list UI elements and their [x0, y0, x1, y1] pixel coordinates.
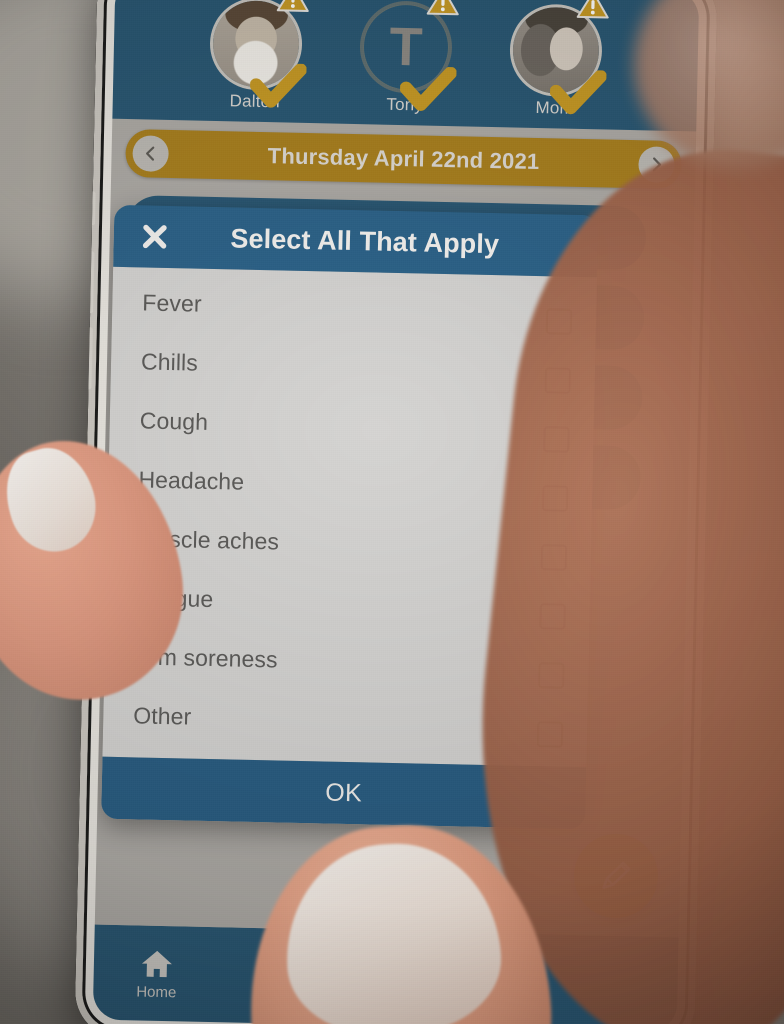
member-dalton[interactable]: Dalton [200, 0, 312, 113]
chevron-left-icon[interactable] [132, 135, 169, 172]
checkmark-icon [549, 69, 607, 115]
nav-label: Inbox [261, 984, 299, 1003]
chevron-left-glyph [146, 146, 155, 161]
symptom-checkbox[interactable] [543, 425, 570, 453]
symptom-label: Fever [142, 289, 202, 317]
symptom-label: Fatigue [135, 584, 214, 613]
symptom-checkbox[interactable] [536, 720, 564, 748]
warning-icon [576, 0, 609, 19]
symptom-option-row[interactable]: Fatigue [105, 568, 590, 638]
photograph-scene: Dalton T Tony Mom Thursday April 22nd 20… [0, 0, 784, 1024]
checkmark-icon [399, 66, 457, 111]
pencil-icon [602, 861, 631, 889]
current-date-label: Thursday April 22nd 2021 [267, 143, 540, 175]
modal-title: Select All That Apply [230, 222, 500, 259]
select-symptoms-modal: Select All That Apply Fever Chills Cough… [101, 204, 599, 830]
modal-ok-button[interactable]: OK [101, 756, 587, 830]
bottom-navigation-bar: Home 6 Inbox [90, 924, 681, 1024]
warning-icon [426, 0, 459, 16]
smartphone-device: Dalton T Tony Mom Thursday April 22nd 20… [74, 0, 718, 1024]
nav-label: Home [136, 982, 177, 1001]
symptom-checkbox[interactable] [540, 543, 568, 571]
symptom-label: Arm soreness [134, 643, 278, 673]
symptom-options-list: Fever Chills Cough Headache Muscle aches… [102, 266, 598, 768]
avatar-row: Dalton T Tony Mom [111, 0, 701, 122]
member-mom[interactable]: Mom [499, 0, 611, 119]
nav-item-inbox[interactable]: 6 Inbox [241, 944, 320, 1003]
symptom-label: Headache [138, 466, 245, 495]
symptom-label: Other [133, 702, 192, 730]
symptom-label: Chills [140, 348, 199, 376]
modal-header: Select All That Apply [113, 204, 599, 278]
symptom-checkbox[interactable] [541, 484, 569, 512]
member-tony[interactable]: T Tony [350, 0, 462, 116]
close-x-icon[interactable] [139, 221, 170, 252]
phone-volume-down-button[interactable] [86, 327, 93, 390]
nav-item-home[interactable]: Home [117, 947, 196, 1002]
symptom-option-row[interactable]: Fever [112, 273, 597, 343]
app-viewport: Dalton T Tony Mom Thursday April 22nd 20… [90, 0, 702, 1024]
family-members-header: Dalton T Tony Mom [110, 0, 702, 132]
avatar[interactable]: T [358, 0, 459, 111]
symptom-label: Muscle aches [136, 525, 280, 555]
avatar[interactable] [209, 0, 309, 108]
symptom-label: Cough [139, 407, 209, 435]
warning-icon [276, 0, 309, 12]
symptom-checkbox[interactable] [544, 366, 572, 394]
phone-screen: Dalton T Tony Mom Thursday April 22nd 20… [90, 0, 702, 1024]
home-icon [141, 950, 172, 977]
symptom-checkbox[interactable] [539, 602, 566, 630]
symptom-checkbox[interactable] [538, 661, 565, 689]
chevron-right-glyph [652, 157, 662, 172]
edit-fab-button[interactable] [573, 832, 659, 919]
main-content-area: Select All That Apply Fever Chills Cough… [92, 182, 697, 938]
ok-button-label: OK [324, 778, 363, 807]
date-navigation-bar: Thursday April 22nd 2021 [125, 129, 683, 190]
avatar[interactable] [508, 0, 609, 115]
symptom-option-row[interactable]: Arm soreness [104, 627, 589, 697]
chevron-right-icon[interactable] [638, 146, 675, 183]
symptom-option-row[interactable]: Headache [108, 450, 593, 520]
inbox-badge-count: 6 [283, 944, 311, 971]
phone-side-button-silent[interactable] [90, 191, 96, 226]
symptom-option-row[interactable]: Muscle aches [107, 509, 592, 579]
symptom-option-row[interactable]: Cough [109, 391, 594, 461]
symptom-checkbox[interactable] [545, 307, 573, 335]
symptom-option-row[interactable]: Chills [110, 332, 595, 402]
checkmark-icon [249, 63, 307, 108]
phone-volume-up-button[interactable] [88, 251, 95, 314]
close-x-glyph [142, 224, 167, 249]
symptom-option-row[interactable]: Other [103, 686, 588, 756]
